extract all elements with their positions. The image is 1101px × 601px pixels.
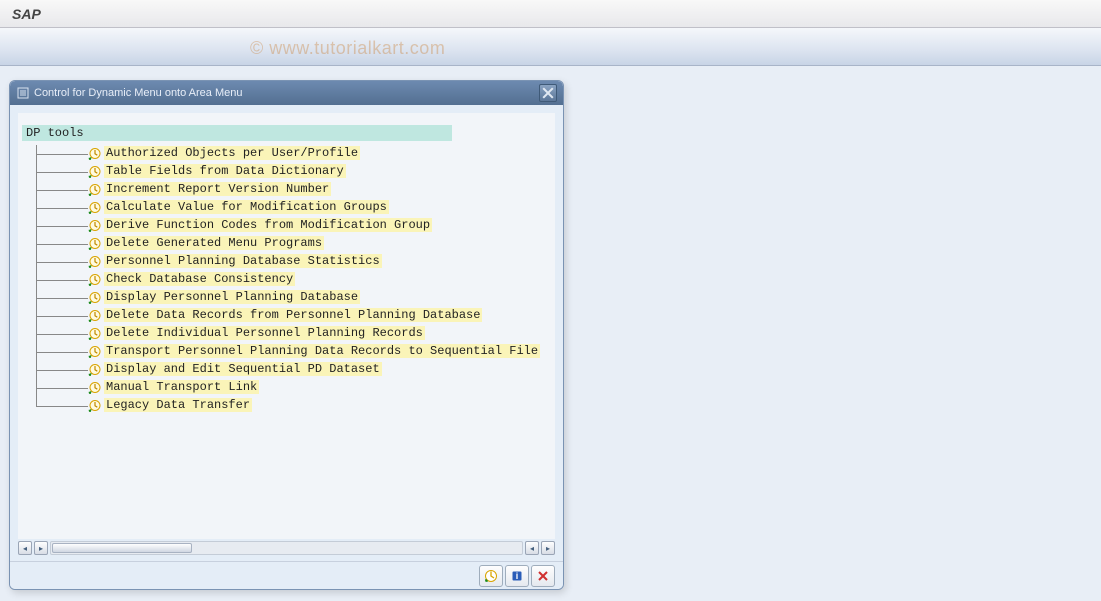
tree-horizontal-line xyxy=(36,316,88,317)
execute-icon xyxy=(88,327,102,341)
dialog-footer: i xyxy=(10,561,563,589)
tree-item[interactable]: Personnel Planning Database Statistics xyxy=(36,253,551,271)
dynamic-menu-dialog: Control for Dynamic Menu onto Area Menu … xyxy=(9,80,564,590)
tree-horizontal-line xyxy=(36,352,88,353)
horizontal-scrollbar: ◂ ▸ ◂ ▸ xyxy=(18,539,555,557)
execute-icon xyxy=(88,291,102,305)
tree-item[interactable]: Check Database Consistency xyxy=(36,271,551,289)
app-header: SAP xyxy=(0,0,1101,28)
tree-item-label: Calculate Value for Modification Groups xyxy=(104,200,389,214)
tree-item[interactable]: Display Personnel Planning Database xyxy=(36,289,551,307)
tree-horizontal-line xyxy=(36,370,88,371)
scroll-track[interactable] xyxy=(50,541,523,555)
execute-icon xyxy=(88,183,102,197)
scroll-left-button[interactable]: ▸ xyxy=(34,541,48,555)
execute-icon xyxy=(88,381,102,395)
tree-horizontal-line xyxy=(36,280,88,281)
dialog-title: Control for Dynamic Menu onto Area Menu xyxy=(34,87,535,99)
tree-item[interactable]: Table Fields from Data Dictionary xyxy=(36,163,551,181)
tree-horizontal-line xyxy=(36,406,88,407)
execute-icon xyxy=(88,165,102,179)
tree-item-label: Display and Edit Sequential PD Dataset xyxy=(104,362,382,376)
cancel-button[interactable] xyxy=(531,565,555,587)
tree-item-label: Personnel Planning Database Statistics xyxy=(104,254,382,268)
execute-icon xyxy=(88,147,102,161)
tree-item[interactable]: Delete Individual Personnel Planning Rec… xyxy=(36,325,551,343)
tree-item-label: Table Fields from Data Dictionary xyxy=(104,164,346,178)
svg-text:i: i xyxy=(516,571,519,581)
execute-icon xyxy=(88,219,102,233)
tree-horizontal-line xyxy=(36,226,88,227)
tree-item-label: Derive Function Codes from Modification … xyxy=(104,218,432,232)
tree-item-label: Delete Data Records from Personnel Plann… xyxy=(104,308,482,322)
tree-item-label: Manual Transport Link xyxy=(104,380,259,394)
tree-item[interactable]: Legacy Data Transfer xyxy=(36,397,551,415)
info-button[interactable]: i xyxy=(505,565,529,587)
tree-item-label: Transport Personnel Planning Data Record… xyxy=(104,344,540,358)
dialog-title-icon xyxy=(16,86,30,100)
execute-icon xyxy=(88,309,102,323)
tree-horizontal-line xyxy=(36,172,88,173)
tree-item-label: Delete Generated Menu Programs xyxy=(104,236,324,250)
tree-item[interactable]: Transport Personnel Planning Data Record… xyxy=(36,343,551,361)
watermark-text: © www.tutorialkart.com xyxy=(250,38,445,59)
tree-horizontal-line xyxy=(36,190,88,191)
scroll-left-outer-button[interactable]: ◂ xyxy=(18,541,32,555)
tree-item-label: Check Database Consistency xyxy=(104,272,295,286)
execute-icon xyxy=(88,363,102,377)
tree-item-label: Legacy Data Transfer xyxy=(104,398,252,412)
tree-horizontal-line xyxy=(36,334,88,335)
execute-icon xyxy=(88,273,102,287)
dialog-close-button[interactable] xyxy=(539,84,557,102)
tree-item[interactable]: Manual Transport Link xyxy=(36,379,551,397)
tree-horizontal-line xyxy=(36,388,88,389)
tree-horizontal-line xyxy=(36,154,88,155)
tree-item-label: Display Personnel Planning Database xyxy=(104,290,360,304)
execute-button[interactable] xyxy=(479,565,503,587)
tree-item[interactable]: Delete Data Records from Personnel Plann… xyxy=(36,307,551,325)
scroll-right-button[interactable]: ◂ xyxy=(525,541,539,555)
tree-horizontal-line xyxy=(36,262,88,263)
tree-item-label: Authorized Objects per User/Profile xyxy=(104,146,360,160)
tree-item-label: Delete Individual Personnel Planning Rec… xyxy=(104,326,425,340)
execute-icon xyxy=(88,201,102,215)
execute-icon xyxy=(88,399,102,413)
dialog-titlebar[interactable]: Control for Dynamic Menu onto Area Menu xyxy=(10,81,563,105)
tree-items-container: Authorized Objects per User/Profile Table… xyxy=(36,145,551,415)
app-toolbar: © www.tutorialkart.com xyxy=(0,28,1101,66)
tree-root: DP tools Authorized Objects per User/Pro… xyxy=(22,123,551,415)
execute-icon xyxy=(88,237,102,251)
tree-item[interactable]: Delete Generated Menu Programs xyxy=(36,235,551,253)
execute-icon xyxy=(88,345,102,359)
tree-item[interactable]: Calculate Value for Modification Groups xyxy=(36,199,551,217)
scroll-thumb[interactable] xyxy=(52,543,192,553)
scroll-right-outer-button[interactable]: ▸ xyxy=(541,541,555,555)
tree-item[interactable]: Increment Report Version Number xyxy=(36,181,551,199)
dialog-body: DP tools Authorized Objects per User/Pro… xyxy=(18,113,555,539)
tree-item[interactable]: Authorized Objects per User/Profile xyxy=(36,145,551,163)
tree-item-label: Increment Report Version Number xyxy=(104,182,331,196)
tree-horizontal-line xyxy=(36,298,88,299)
tree-item[interactable]: Display and Edit Sequential PD Dataset xyxy=(36,361,551,379)
tree-horizontal-line xyxy=(36,208,88,209)
execute-icon xyxy=(88,255,102,269)
tree-item[interactable]: Derive Function Codes from Modification … xyxy=(36,217,551,235)
tree-horizontal-line xyxy=(36,244,88,245)
app-title: SAP xyxy=(12,6,41,22)
tree-root-label[interactable]: DP tools xyxy=(22,125,452,141)
